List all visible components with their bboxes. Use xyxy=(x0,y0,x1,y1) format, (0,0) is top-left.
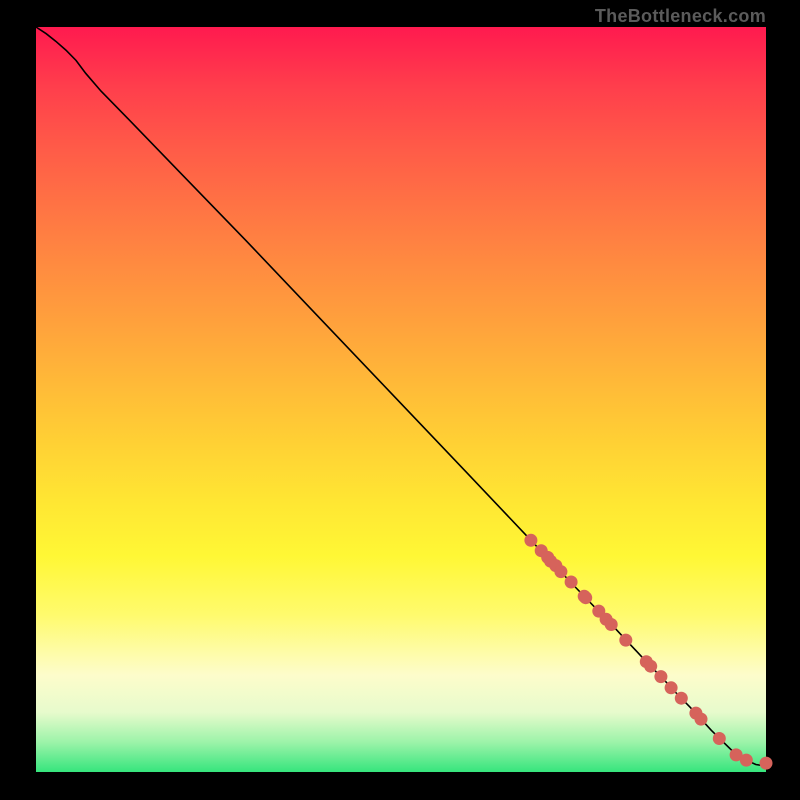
marker-point xyxy=(565,576,578,589)
marker-point xyxy=(713,732,726,745)
marker-point xyxy=(665,681,678,694)
marker-point xyxy=(695,713,708,726)
marker-point xyxy=(579,591,592,604)
marker-point xyxy=(619,634,632,647)
marker-point xyxy=(554,565,567,578)
attribution-text: TheBottleneck.com xyxy=(595,6,766,27)
chart-stage: TheBottleneck.com xyxy=(0,0,800,800)
marker-point xyxy=(740,754,753,767)
marker-point xyxy=(524,534,537,547)
marker-point xyxy=(675,692,688,705)
chart-overlay xyxy=(36,27,766,772)
marker-point xyxy=(654,670,667,683)
marker-point xyxy=(760,757,773,770)
marker-point xyxy=(644,660,657,673)
marker-point xyxy=(605,618,618,631)
curve-line xyxy=(36,27,766,765)
markers-group xyxy=(524,534,772,770)
